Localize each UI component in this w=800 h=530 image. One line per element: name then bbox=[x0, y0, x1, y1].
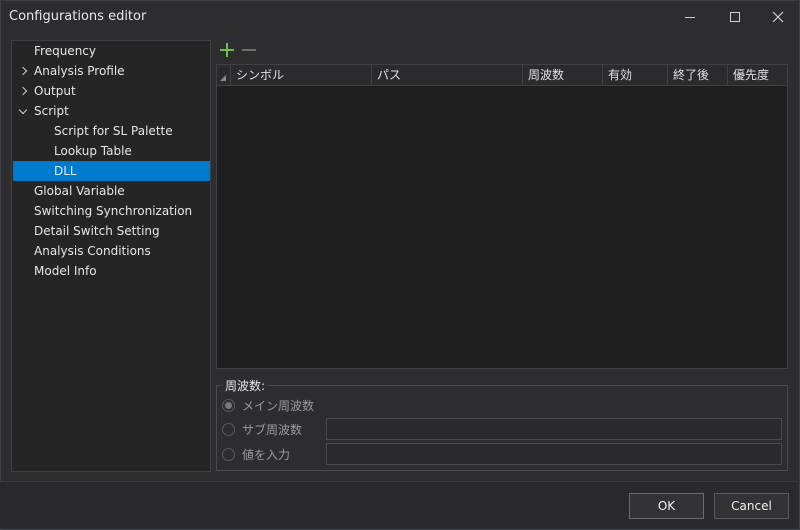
table-header: シンボル パス 周波数 有効 終了後 優先度 bbox=[217, 65, 787, 86]
radio-label: メイン周波数 bbox=[242, 398, 315, 413]
window-title: Configurations editor bbox=[9, 9, 147, 24]
input-value-field[interactable] bbox=[326, 443, 782, 465]
tree-item-label: DLL bbox=[54, 164, 77, 178]
tree-item-label: Analysis Profile bbox=[34, 64, 125, 78]
radio-indicator[interactable] bbox=[222, 447, 235, 461]
radio-sub-frequency[interactable]: サブ周波数 bbox=[222, 419, 302, 439]
radio-label: サブ周波数 bbox=[242, 422, 303, 437]
column-header-path[interactable]: パス bbox=[372, 65, 523, 85]
select-all-corner[interactable] bbox=[217, 65, 231, 85]
tree-item-label: Global Variable bbox=[34, 184, 125, 198]
tree-item-detail-switch-setting[interactable]: Detail Switch Setting bbox=[13, 221, 210, 241]
tree-item-frequency[interactable]: Frequency bbox=[13, 41, 210, 61]
close-button[interactable] bbox=[755, 1, 800, 33]
tree-item-global-variable[interactable]: Global Variable bbox=[13, 181, 210, 201]
chevron-down-icon[interactable] bbox=[17, 101, 29, 121]
tree-item-label: Script for SL Palette bbox=[54, 124, 173, 138]
radio-main-frequency[interactable]: メイン周波数 bbox=[222, 395, 314, 415]
radio-input-value[interactable]: 値を入力 bbox=[222, 444, 290, 464]
column-header-after-end[interactable]: 終了後 bbox=[668, 65, 728, 85]
maximize-button[interactable] bbox=[712, 1, 758, 33]
settings-tree: Frequency Analysis Profile Output Script Scr… bbox=[11, 40, 211, 472]
column-header-frequency[interactable]: 周波数 bbox=[523, 65, 603, 85]
chevron-right-icon[interactable] bbox=[17, 81, 29, 101]
minimize-icon bbox=[685, 16, 695, 18]
radio-label: 値を入力 bbox=[242, 447, 291, 462]
ok-button[interactable]: OK bbox=[629, 493, 704, 519]
column-header-priority[interactable]: 優先度 bbox=[728, 65, 787, 85]
radio-indicator[interactable] bbox=[222, 422, 235, 436]
radio-indicator[interactable] bbox=[222, 398, 235, 412]
tree-item-label: Script bbox=[34, 104, 69, 118]
chevron-right-icon[interactable] bbox=[17, 61, 29, 81]
tree-item-script-for-sl-palette[interactable]: Script for SL Palette bbox=[13, 121, 210, 141]
tree-item-model-info[interactable]: Model Info bbox=[13, 261, 210, 281]
tree-item-script[interactable]: Script bbox=[13, 101, 210, 121]
tree-item-label: Frequency bbox=[34, 44, 96, 58]
maximize-icon bbox=[730, 12, 740, 22]
tree-item-label: Lookup Table bbox=[54, 144, 132, 158]
column-header-enabled[interactable]: 有効 bbox=[603, 65, 668, 85]
tree-item-label: Model Info bbox=[34, 264, 97, 278]
minimize-button[interactable] bbox=[667, 1, 713, 33]
tree-item-label: Detail Switch Setting bbox=[34, 224, 160, 238]
tree-item-label: Analysis Conditions bbox=[34, 244, 151, 258]
remove-button[interactable] bbox=[241, 42, 257, 58]
tree-item-analysis-conditions[interactable]: Analysis Conditions bbox=[13, 241, 210, 261]
column-header-symbol[interactable]: シンボル bbox=[231, 65, 372, 85]
tree-item-switching-synchronization[interactable]: Switching Synchronization bbox=[13, 201, 210, 221]
add-button[interactable] bbox=[219, 42, 235, 58]
title-bar: Configurations editor bbox=[1, 1, 799, 33]
cancel-button[interactable]: Cancel bbox=[714, 493, 789, 519]
tree-item-output[interactable]: Output bbox=[13, 81, 210, 101]
tree-item-analysis-profile[interactable]: Analysis Profile bbox=[13, 61, 210, 81]
tree-item-label: Output bbox=[34, 84, 76, 98]
frequency-group-title: 周波数: bbox=[222, 377, 269, 394]
tree-item-label: Switching Synchronization bbox=[34, 204, 193, 218]
tree-item-lookup-table[interactable]: Lookup Table bbox=[13, 141, 210, 161]
close-icon bbox=[772, 11, 784, 23]
tree-item-dll[interactable]: DLL bbox=[13, 161, 210, 181]
sub-frequency-input[interactable] bbox=[326, 418, 782, 440]
dll-table[interactable]: シンボル パス 周波数 有効 終了後 優先度 bbox=[216, 64, 788, 369]
